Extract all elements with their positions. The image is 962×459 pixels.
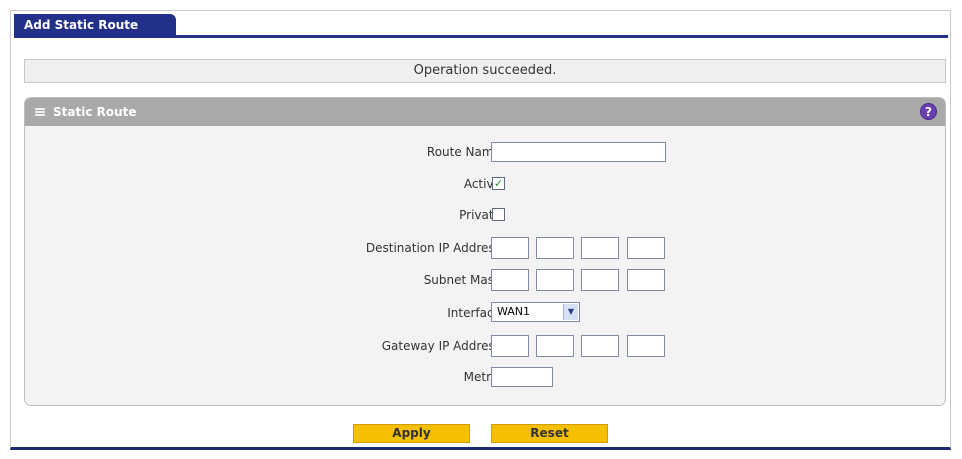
gateway-ip-label: Gateway IP Address: [381,339,505,353]
gateway-ip-octet-3[interactable] [581,335,619,357]
destination-ip-octet-3[interactable] [581,237,619,259]
row-interface: Interface: WAN1 ▼ [25,302,945,324]
row-subnet-mask: Subnet Mask: [25,269,945,291]
destination-ip-octet-4[interactable] [627,237,665,259]
metric-input[interactable] [491,367,553,387]
subnet-mask-label: Subnet Mask: [423,273,505,287]
status-message: Operation succeeded. [24,59,946,83]
help-icon[interactable]: ? [920,103,937,120]
row-route-name: Route Name: [25,141,945,163]
active-label: Active: [463,177,505,191]
private-checkbox[interactable] [492,208,505,221]
tab-underline [14,35,948,38]
metric-label: Metric: [463,370,505,384]
tab-add-static-route[interactable]: Add Static Route [14,14,176,36]
route-name-input[interactable] [491,142,666,162]
destination-ip-label: Destination IP Address: [365,241,505,255]
interface-label: Interface: [447,306,505,320]
grip-icon [35,107,45,116]
row-active: Active: ✓ [25,173,945,195]
subnet-mask-octet-3[interactable] [581,269,619,291]
apply-button[interactable]: Apply [353,424,470,443]
interface-select[interactable]: WAN1 ▼ [491,302,580,322]
reset-button[interactable]: Reset [491,424,608,443]
route-name-label: Route Name: [426,145,505,159]
subnet-mask-octet-2[interactable] [536,269,574,291]
static-route-panel: Static Route ? Route Name: Active: ✓ Pri… [24,97,946,406]
row-destination-ip: Destination IP Address: [25,237,945,259]
gateway-ip-octet-2[interactable] [536,335,574,357]
panel-title: Static Route [53,105,137,119]
gateway-ip-octet-4[interactable] [627,335,665,357]
row-gateway-ip: Gateway IP Address: [25,335,945,357]
interface-selected-value: WAN1 [497,305,531,318]
gateway-ip-octet-1[interactable] [491,335,529,357]
row-private: Private: [25,204,945,226]
subnet-mask-octet-4[interactable] [627,269,665,291]
subnet-mask-octet-1[interactable] [491,269,529,291]
private-label: Private: [459,208,505,222]
panel-header: Static Route ? [25,98,945,126]
destination-ip-octet-2[interactable] [536,237,574,259]
row-metric: Metric: [25,366,945,388]
destination-ip-octet-1[interactable] [491,237,529,259]
active-checkbox[interactable]: ✓ [492,177,505,190]
chevron-down-icon[interactable]: ▼ [563,304,578,320]
